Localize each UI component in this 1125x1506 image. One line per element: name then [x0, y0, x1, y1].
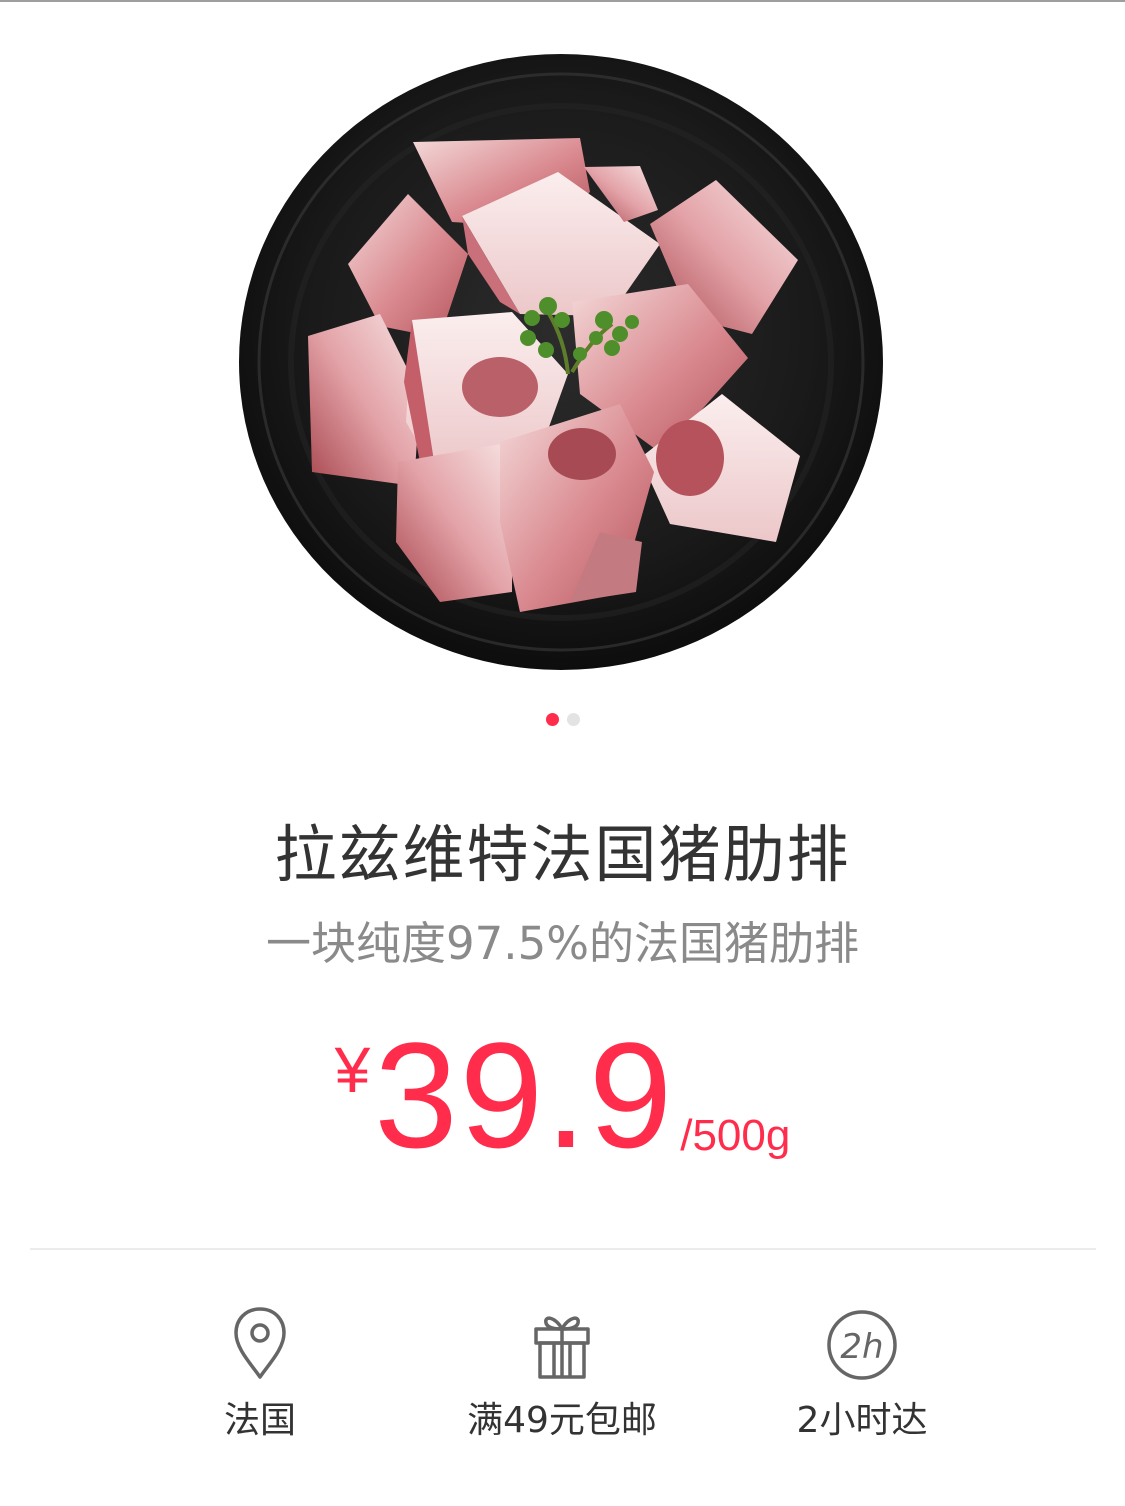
two-hour-icon: 2h [827, 1310, 897, 1380]
gift-icon [534, 1316, 590, 1379]
product-subtitle: 一块纯度97.5%的法国猪肋排 [266, 917, 859, 970]
feature-delivery-label: 2小时达 [796, 1400, 928, 1441]
product-title: 拉兹维特法国猪肋排 [274, 818, 851, 891]
product-price: ¥ 39.9 /500g [0, 1020, 1125, 1170]
carousel-dot-active[interactable] [545, 713, 559, 726]
carousel-dot[interactable] [566, 713, 580, 726]
carousel-indicator [0, 713, 1125, 726]
feature-delivery: 2h 2小时达 [712, 1305, 1012, 1445]
feature-list: 法国 满49元包邮 2h 2小时达 [0, 1305, 1125, 1455]
product-image [239, 54, 883, 670]
feature-shipping: 满49元包邮 [412, 1305, 712, 1445]
feature-shipping-label: 满49元包邮 [467, 1400, 657, 1441]
location-pin-icon [234, 1307, 286, 1379]
feature-origin: 法国 [110, 1305, 410, 1445]
price-unit: /500g [680, 1111, 791, 1160]
price-amount: 39.9 [374, 1011, 675, 1179]
price-currency: ¥ [334, 1034, 371, 1106]
product-image-carousel[interactable] [0, 2, 1125, 702]
section-divider [30, 1248, 1096, 1250]
two-hour-icon-text: 2h [840, 1327, 883, 1367]
feature-origin-label: 法国 [223, 1400, 296, 1441]
